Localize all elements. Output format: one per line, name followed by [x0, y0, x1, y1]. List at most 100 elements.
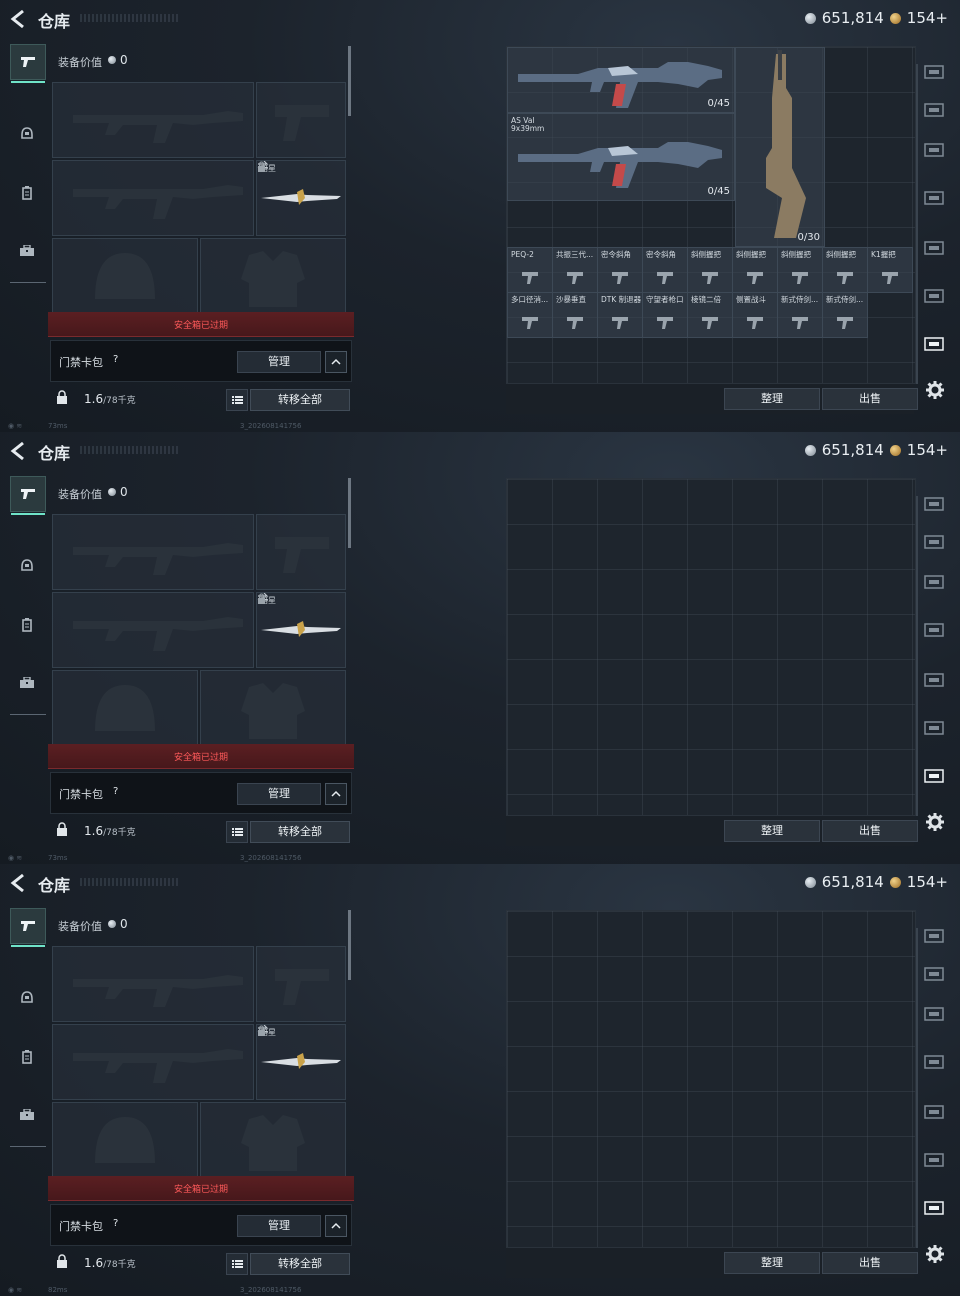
list-view-button[interactable] — [226, 389, 248, 411]
primary-weapon-slot[interactable] — [52, 946, 254, 1022]
nav-armor[interactable] — [10, 980, 44, 1014]
transfer-all-button[interactable]: 转移全部 — [250, 1253, 350, 1275]
stash-tab-3[interactable] — [922, 138, 946, 162]
stash-tab-3[interactable] — [922, 1002, 946, 1026]
stash-tab-7[interactable] — [922, 1196, 946, 1220]
safebox-expired-banner[interactable]: 安全箱已过期 — [48, 744, 354, 769]
stash-item-attachment[interactable]: 斜侧握把 — [777, 247, 823, 293]
stash-item-attachment[interactable]: 多口径消... — [507, 292, 553, 338]
stash-item-attachment[interactable]: 新式侍剑... — [822, 292, 868, 338]
secondary-weapon-slot[interactable] — [52, 160, 254, 236]
stash-tab-7[interactable] — [922, 764, 946, 788]
stash-grid[interactable] — [506, 478, 916, 816]
manage-button[interactable]: 管理 — [237, 783, 321, 805]
stash-item-attachment[interactable]: 斜侧握把 — [822, 247, 868, 293]
melee-slot[interactable]: 暗星 — [256, 1024, 346, 1100]
stash-tab-2[interactable] — [922, 962, 946, 986]
stash-grid[interactable] — [506, 910, 916, 1248]
stash-tab-6[interactable] — [922, 1148, 946, 1172]
nav-weapons[interactable] — [10, 44, 46, 83]
sell-button[interactable]: 出售 — [822, 388, 918, 410]
helmet-slot[interactable] — [52, 238, 198, 314]
nav-armor[interactable] — [10, 548, 44, 582]
gear-icon[interactable] — [925, 1244, 945, 1264]
loadout-scrollbar[interactable] — [348, 46, 351, 116]
tidy-button[interactable]: 整理 — [724, 388, 820, 410]
collapse-button[interactable] — [325, 783, 347, 805]
stash-tab-2[interactable] — [922, 98, 946, 122]
stash-item-attachment[interactable]: 沙暴垂直 — [552, 292, 598, 338]
transfer-all-button[interactable]: 转移全部 — [250, 389, 350, 411]
nav-weapons[interactable] — [10, 908, 46, 947]
stash-item-attachment[interactable]: 斜侧握把 — [732, 247, 778, 293]
sidearm-slot[interactable] — [256, 946, 346, 1022]
secondary-weapon-slot[interactable] — [52, 1024, 254, 1100]
stash-scrollbar[interactable] — [916, 496, 918, 816]
collapse-button[interactable] — [325, 351, 347, 373]
stash-tab-5[interactable] — [922, 1100, 946, 1124]
collapse-button[interactable] — [325, 1215, 347, 1237]
armor-slot[interactable] — [200, 1102, 346, 1178]
stash-item-attachment[interactable]: PEQ-2 — [507, 247, 553, 293]
stash-tab-6[interactable] — [922, 284, 946, 308]
nav-bags[interactable] — [10, 234, 44, 268]
nav-bags[interactable] — [10, 666, 44, 700]
back-arrow-icon[interactable] — [8, 872, 30, 894]
stash-tab-1[interactable] — [922, 60, 946, 84]
stash-item-attachment[interactable]: 共振三代... — [552, 247, 598, 293]
loadout-scrollbar[interactable] — [348, 478, 351, 548]
sidearm-slot[interactable] — [256, 514, 346, 590]
gear-icon[interactable] — [925, 380, 945, 400]
transfer-all-button[interactable]: 转移全部 — [250, 821, 350, 843]
stash-tab-4[interactable] — [922, 186, 946, 210]
manage-button[interactable]: 管理 — [237, 1215, 321, 1237]
list-view-button[interactable] — [226, 1253, 248, 1275]
armor-slot[interactable] — [200, 670, 346, 746]
armor-slot[interactable] — [200, 238, 346, 314]
stash-tab-1[interactable] — [922, 492, 946, 516]
stash-tab-7[interactable] — [922, 332, 946, 356]
nav-consumables[interactable] — [10, 176, 44, 210]
nav-armor[interactable] — [10, 116, 44, 150]
help-icon[interactable]: ? — [113, 354, 118, 365]
stash-tab-5[interactable] — [922, 236, 946, 260]
nav-bags[interactable] — [10, 1098, 44, 1132]
stash-item-attachment[interactable]: 密令斜角 — [597, 247, 643, 293]
stash-item-attachment[interactable]: 侧置战斗 — [732, 292, 778, 338]
stash-tab-5[interactable] — [922, 668, 946, 692]
tidy-button[interactable]: 整理 — [724, 1252, 820, 1274]
sell-button[interactable]: 出售 — [822, 1252, 918, 1274]
melee-slot[interactable]: 暗星 — [256, 592, 346, 668]
stash-item-attachment[interactable]: DTK 制退器 — [597, 292, 643, 338]
stash-item-attachment[interactable]: 密令斜角 — [642, 247, 688, 293]
primary-weapon-slot[interactable] — [52, 82, 254, 158]
stash-item-attachment[interactable]: 斜侧握把 — [687, 247, 733, 293]
stash-tab-3[interactable] — [922, 570, 946, 594]
stash-grid[interactable]: 0/45 AS Val 9x39mm 0/45 0/30 PEQ-2 共振三代... 密令斜角… — [506, 46, 916, 384]
primary-weapon-slot[interactable] — [52, 514, 254, 590]
stash-item-as-val[interactable]: AS Val 9x39mm 0/45 — [507, 113, 735, 201]
loadout-scrollbar[interactable] — [348, 910, 351, 980]
list-view-button[interactable] — [226, 821, 248, 843]
safebox-expired-banner[interactable]: 安全箱已过期 — [48, 312, 354, 337]
nav-consumables[interactable] — [10, 1040, 44, 1074]
manage-button[interactable]: 管理 — [237, 351, 321, 373]
help-icon[interactable]: ? — [113, 1218, 118, 1229]
stash-item-attachment[interactable]: 棱镜二倍 — [687, 292, 733, 338]
stash-tab-1[interactable] — [922, 924, 946, 948]
secondary-weapon-slot[interactable] — [52, 592, 254, 668]
helmet-slot[interactable] — [52, 670, 198, 746]
stash-scrollbar[interactable] — [916, 64, 918, 384]
sidearm-slot[interactable] — [256, 82, 346, 158]
sell-button[interactable]: 出售 — [822, 820, 918, 842]
tidy-button[interactable]: 整理 — [724, 820, 820, 842]
stash-scrollbar[interactable] — [916, 928, 918, 1248]
stash-item-rifle[interactable]: 0/45 — [507, 47, 735, 113]
help-icon[interactable]: ? — [113, 786, 118, 797]
stash-item-attachment[interactable]: 新式侍剑... — [777, 292, 823, 338]
helmet-slot[interactable] — [52, 1102, 198, 1178]
stash-item-attachment[interactable]: K1握把 — [867, 247, 913, 293]
gear-icon[interactable] — [925, 812, 945, 832]
melee-slot[interactable]: 暗星 — [256, 160, 346, 236]
stash-tab-2[interactable] — [922, 530, 946, 554]
